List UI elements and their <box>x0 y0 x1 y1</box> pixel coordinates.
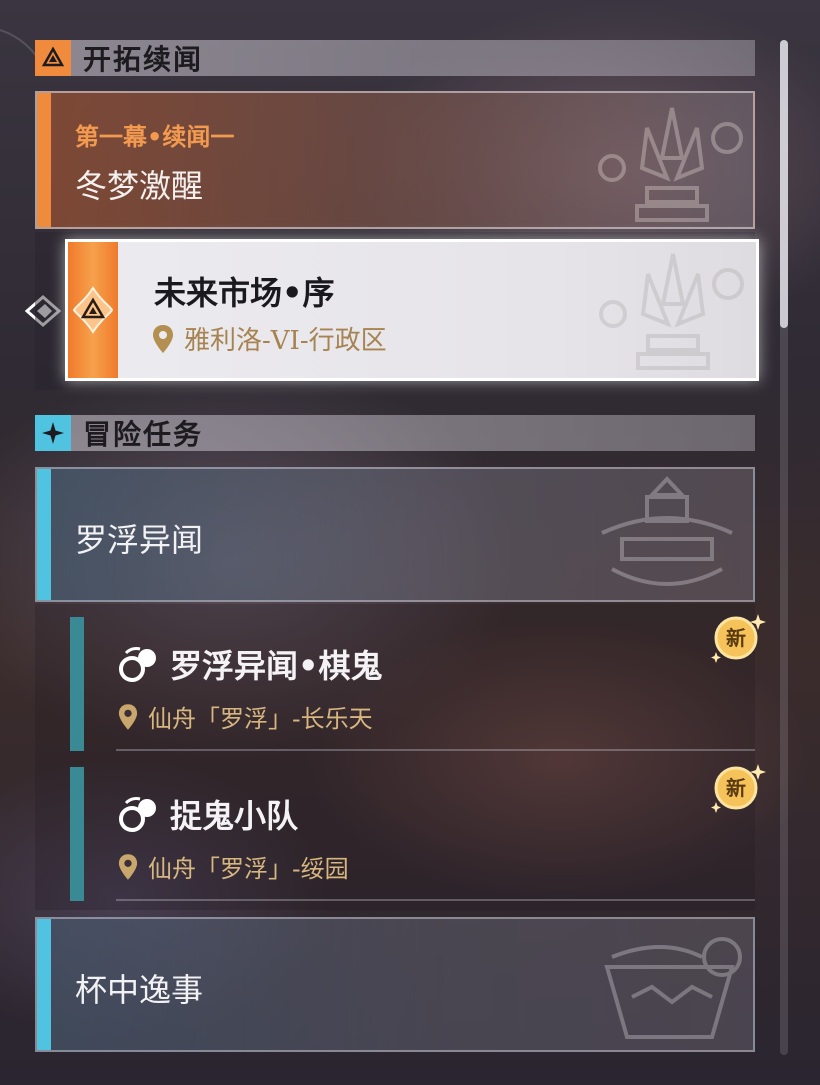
adventure-icon <box>35 415 71 451</box>
accent-bar <box>70 767 84 901</box>
section-title: 冒险任务 <box>83 418 204 451</box>
new-badge: 新 <box>710 762 766 818</box>
adventure-group-card[interactable]: 罗浮异闻 <box>35 467 755 602</box>
quest-location: 仙舟「罗浮」-绥园 <box>148 855 349 883</box>
group-title: 冬梦激醒 <box>75 167 204 205</box>
divider <box>116 899 755 901</box>
group-title: 罗浮异闻 <box>75 521 204 559</box>
scrollbar-thumb[interactable] <box>780 40 788 328</box>
section-header-trailblaze: 开拓续闻 <box>35 40 755 76</box>
location-pin-icon <box>118 853 138 880</box>
new-badge: 新 <box>710 612 766 668</box>
adventure-quest-icon <box>119 647 156 682</box>
quest-item[interactable]: 罗浮异闻•棋鬼 仙舟「罗浮」-长乐天 <box>70 617 755 751</box>
accent-bar <box>70 617 84 751</box>
divider <box>116 749 755 751</box>
quest-type-strip <box>68 242 118 378</box>
quest-title: 罗浮异闻•棋鬼 <box>170 647 383 685</box>
emblem-icon <box>604 937 742 1039</box>
location-pin-icon <box>153 324 173 353</box>
section-title: 开拓续闻 <box>83 43 204 76</box>
new-badge-label: 新 <box>726 626 746 650</box>
emblem-icon <box>601 476 733 586</box>
trailblaze-quest-icon <box>72 286 114 334</box>
new-badge-label: 新 <box>726 776 746 800</box>
trailblaze-group-card[interactable]: 第一幕•续闻一 冬梦激醒 <box>35 91 755 229</box>
quest-title: 未来市场•序 <box>154 274 335 312</box>
group-title: 杯中逸事 <box>75 971 204 1009</box>
group-subtitle: 第一幕•续闻一 <box>75 123 235 151</box>
adventure-quest-icon <box>119 797 156 832</box>
section-header-adventure: 冒险任务 <box>35 415 755 451</box>
trailblaze-icon <box>35 40 71 76</box>
emblem-icon <box>599 253 744 370</box>
accent-bar <box>37 919 51 1050</box>
quest-item[interactable]: 捉鬼小队 仙舟「罗浮」-绥园 <box>70 767 755 901</box>
accent-bar <box>37 469 51 600</box>
adventure-group-card[interactable]: 杯中逸事 <box>35 917 755 1052</box>
quest-location: 雅利洛-VI-行政区 <box>184 326 387 356</box>
selected-quest-card[interactable]: 未来市场•序 雅利洛-VI-行政区 <box>65 239 759 381</box>
location-pin-icon <box>118 703 138 730</box>
emblem-icon <box>598 107 743 222</box>
accent-bar <box>37 93 51 227</box>
quest-location: 仙舟「罗浮」-长乐天 <box>148 705 373 733</box>
quest-title: 捉鬼小队 <box>170 797 299 835</box>
